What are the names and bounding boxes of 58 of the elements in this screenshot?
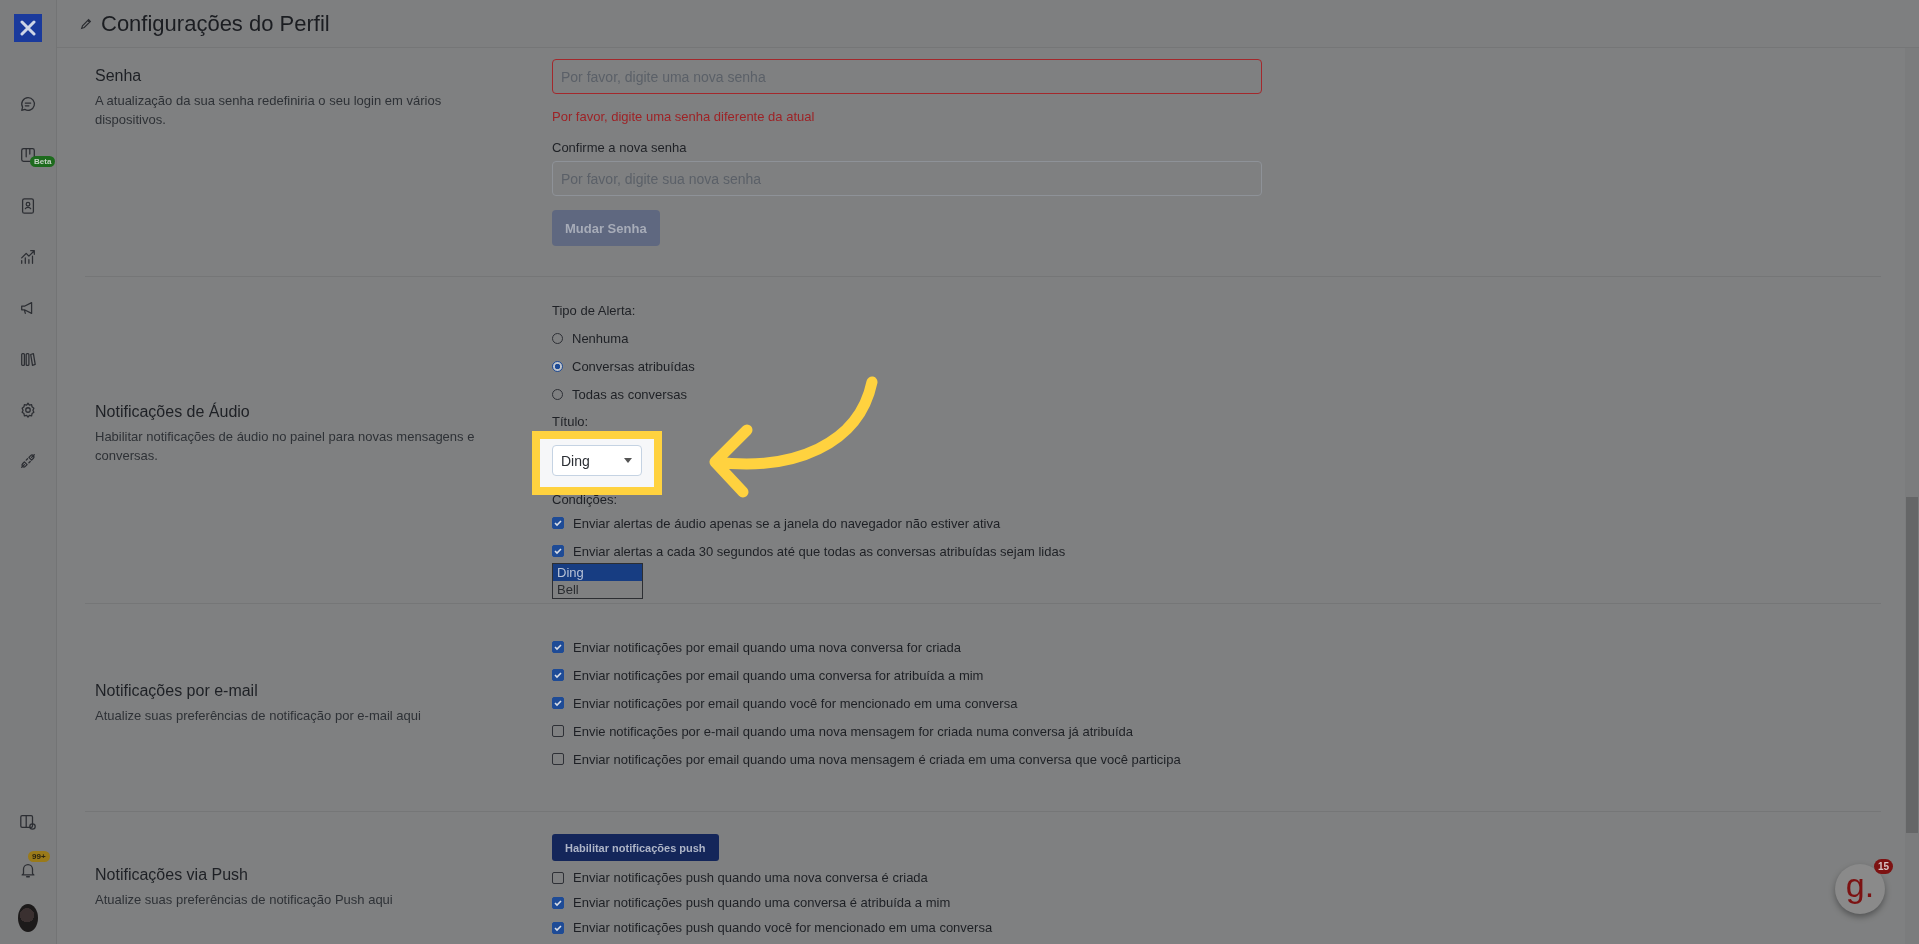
checkbox[interactable] [552, 753, 564, 765]
chat-bubble-icon[interactable] [19, 95, 37, 113]
option-label: Todas as conversas [572, 386, 687, 402]
beta-badge: Beta [30, 156, 56, 167]
contact-book-icon[interactable] [19, 197, 37, 215]
caret-icon [624, 458, 632, 463]
dropdown-option[interactable]: Ding [553, 564, 642, 581]
radio-button[interactable] [552, 360, 563, 372]
checkbox[interactable] [552, 697, 564, 709]
section-description: Habilitar notificações de áudio no painel para novas mensagens e conversas. [95, 428, 476, 465]
notification-badge: 15 [1873, 859, 1893, 874]
panel-icon[interactable] [19, 813, 37, 831]
option-label: Enviar notificações por email quando uma nova mensagem é criada em uma conversa que você participa [573, 751, 1181, 767]
option-label: Enviar alertas de áudio apenas se a janela do navegador não estiver ativa [573, 515, 1001, 531]
section-title: Senha [95, 67, 143, 85]
user-avatar[interactable] [18, 904, 38, 932]
field-label: Tipo de Alerta: [552, 303, 636, 318]
chart-icon[interactable] [19, 248, 37, 266]
error-message: Por favor, digite uma senha diferente da atual [552, 109, 815, 124]
tone-select[interactable]: Ding [552, 445, 642, 476]
page-title: Configurações do Perfil [101, 10, 330, 37]
option-label: Nenhuma [572, 330, 629, 346]
option-label: Enviar notificações por email quando uma nova conversa for criada [573, 639, 962, 655]
checkbox[interactable] [552, 921, 564, 934]
option-label: Enviar notificações push quando uma nova conversa é criada [573, 870, 928, 885]
field-label: Condições: [552, 492, 618, 507]
notification-badge: 99+ [28, 851, 50, 862]
checkbox[interactable] [552, 896, 564, 909]
pencil-icon [79, 16, 93, 31]
books-icon[interactable] [19, 350, 37, 368]
section-description: A atualização da sua senha redefiniria o seu login em vários dispositivos. [95, 92, 443, 129]
option-label: Conversas atribuídas [572, 358, 695, 374]
checkbox[interactable] [552, 669, 564, 681]
option-label: Enviar notificações push quando uma conversa é atribuída a mim [573, 895, 951, 910]
checkbox[interactable] [552, 545, 564, 557]
dropdown-option[interactable]: Bell [553, 581, 642, 598]
option-label: Enviar notificações por email quando uma conversa for atribuída a mim [573, 667, 984, 683]
enable-push-button[interactable]: Habilitar notificações push [552, 834, 719, 861]
field-label: Confirme a nova senha [552, 140, 687, 155]
section-description: Atualize suas preferências de notificação Push aqui [95, 890, 394, 909]
checkbox[interactable] [552, 871, 564, 884]
bell-icon[interactable] [19, 861, 37, 879]
settings-icon[interactable] [19, 401, 37, 419]
plug-icon[interactable] [19, 452, 37, 470]
option-label: Enviar notificações por email quando você for mencionado em uma conversa [573, 695, 1018, 711]
section-title: Notificações via Push [95, 865, 249, 884]
option-label: Enviar alertas a cada 30 segundos até que todas as conversas atribuídas sejam lidas [573, 543, 1066, 559]
section-title: Notificações de Áudio [95, 403, 251, 421]
scrollbar[interactable] [1905, 48, 1919, 944]
checkbox[interactable] [552, 641, 564, 653]
section-title: Notificações por e-mail [95, 681, 259, 700]
option-label: Enviar notificações push quando você for mencionado em uma conversa [573, 920, 993, 935]
field-label: Título: [552, 414, 589, 429]
section-description: Atualize suas preferências de notificação por e-mail aqui [95, 706, 422, 725]
checkbox[interactable] [552, 517, 564, 529]
logo-icon[interactable] [14, 14, 42, 42]
checkbox[interactable] [552, 725, 564, 737]
option-label: Envie notificações por e-mail quando uma nova mensagem for criada numa conversa já atribuída [573, 723, 1134, 739]
